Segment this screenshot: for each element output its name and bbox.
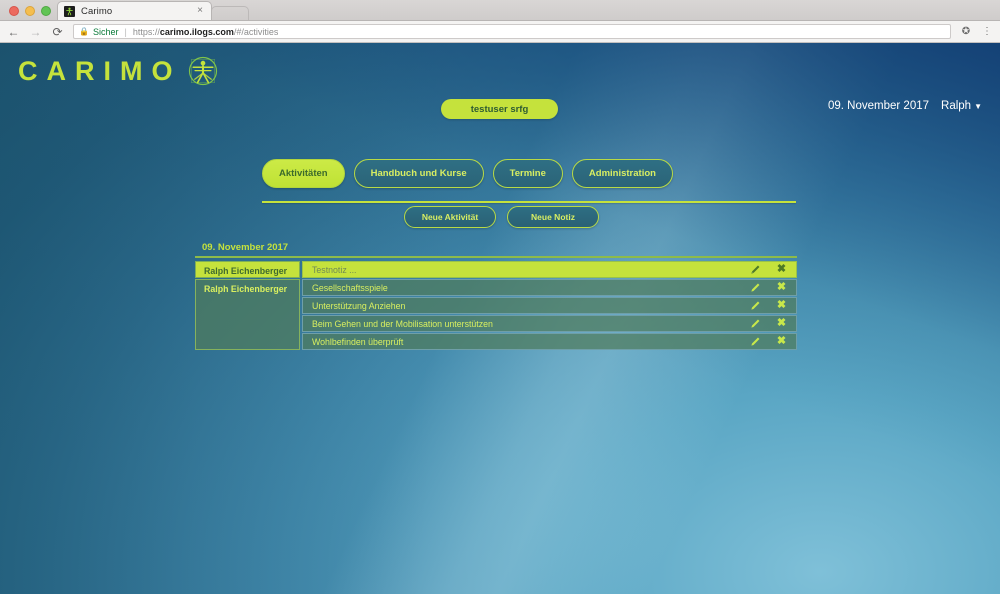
delete-glyph: ✖ <box>776 299 787 311</box>
row-actions: ✖ <box>749 263 796 276</box>
pencil-icon[interactable] <box>749 263 762 276</box>
close-icon[interactable]: ✖ <box>775 335 788 348</box>
main-navigation: Aktivitäten Handbuch und Kurse Termine A… <box>262 159 796 203</box>
row-actions: ✖ <box>749 335 796 348</box>
delete-glyph: ✖ <box>776 263 787 275</box>
pencil-icon[interactable] <box>749 281 762 294</box>
pencil-icon[interactable] <box>749 299 762 312</box>
security-label: Sicher <box>92 26 119 37</box>
lock-icon: 🔒 <box>79 26 89 36</box>
delete-glyph: ✖ <box>776 317 787 329</box>
close-icon[interactable]: ✖ <box>775 317 788 330</box>
url-path: /#/activities <box>233 26 279 37</box>
tab-handbuch-und-kurse[interactable]: Handbuch und Kurse <box>353 159 484 188</box>
browser-window: Carimo × ← → ⟳ 🔒 Sicher | https://carimo… <box>0 0 1000 594</box>
activity-day-header: 09. November 2017 <box>195 241 797 258</box>
row-actions: ✖ <box>749 281 796 294</box>
back-button[interactable]: ← <box>7 26 20 38</box>
row-actions: ✖ <box>749 317 796 330</box>
close-icon[interactable]: ✖ <box>775 299 788 312</box>
activity-text: Wohlbefinden überprüft <box>312 336 404 347</box>
table-row[interactable]: Gesellschaftsspiele ✖ <box>302 279 797 296</box>
nav-tab-list: Aktivitäten Handbuch und Kurse Termine A… <box>262 159 796 188</box>
url-scheme: https:// <box>132 26 160 37</box>
tab-administration[interactable]: Administration <box>571 159 673 188</box>
vitruvian-man-icon <box>188 56 217 86</box>
app-page: CARIMO testuser srfg 09. November 2017 R… <box>0 43 1000 594</box>
patient-name-cell[interactable]: Ralph Eichenberger <box>195 279 300 350</box>
close-icon[interactable]: ✖ <box>775 281 788 294</box>
app-logo-text: CARIMO <box>18 55 182 86</box>
tab-aktivitaeten[interactable]: Aktivitäten <box>262 159 345 188</box>
close-icon[interactable]: ✖ <box>775 263 788 276</box>
close-window-button[interactable] <box>9 6 19 16</box>
app-header: CARIMO <box>0 43 1000 99</box>
action-button-group: Neue Aktivität Neue Notiz <box>404 206 599 228</box>
nav-underline <box>262 201 796 203</box>
browser-toolbar: ← → ⟳ 🔒 Sicher | https://carimo.ilogs.co… <box>0 21 1000 43</box>
activity-text: Testnotiz ... <box>312 264 357 275</box>
table-row[interactable]: Beim Gehen und der Mobilisation unterstü… <box>302 315 797 332</box>
chevron-down-icon: ▼ <box>974 102 982 111</box>
browser-menu-icon[interactable]: ⋮ <box>981 26 993 37</box>
close-tab-button[interactable]: × <box>195 6 205 16</box>
new-note-button[interactable]: Neue Notiz <box>507 206 599 228</box>
patient-name-cell[interactable]: Ralph Eichenberger <box>195 261 300 278</box>
forward-button[interactable]: → <box>29 26 42 38</box>
activity-list: 09. November 2017 Ralph Eichenberger Ral… <box>195 241 797 350</box>
activity-text: Beim Gehen und der Mobilisation unterstü… <box>312 318 493 329</box>
delete-glyph: ✖ <box>776 281 787 293</box>
table-row[interactable]: Testnotiz ... ✖ <box>302 261 797 278</box>
browser-tab[interactable]: Carimo × <box>57 1 212 20</box>
pencil-icon[interactable] <box>749 335 762 348</box>
activity-table: Ralph Eichenberger Ralph Eichenberger Te… <box>195 261 797 350</box>
activity-text: Gesellschaftsspiele <box>312 282 388 293</box>
header-date: 09. November 2017 <box>828 100 930 112</box>
tab-termine[interactable]: Termine <box>492 159 563 188</box>
carimo-favicon-icon <box>64 5 75 17</box>
browser-tab-title: Carimo <box>81 5 113 17</box>
address-bar[interactable]: 🔒 Sicher | https://carimo.ilogs.com/#/ac… <box>73 24 951 39</box>
delete-glyph: ✖ <box>776 335 787 347</box>
address-bar-url: https://carimo.ilogs.com/#/activities <box>133 27 279 37</box>
browser-tabstrip: Carimo × <box>0 0 1000 21</box>
user-menu[interactable]: Ralph ▼ <box>941 100 982 112</box>
new-tab-button[interactable] <box>211 6 249 20</box>
activity-name-column: Ralph Eichenberger Ralph Eichenberger <box>195 261 300 350</box>
activity-rows-column: Testnotiz ... ✖ Gesellschaftsspiele ✖ Un… <box>302 261 797 350</box>
pencil-icon[interactable] <box>749 317 762 330</box>
app-logo[interactable]: CARIMO <box>18 56 218 86</box>
table-row[interactable]: Wohlbefinden überprüft ✖ <box>302 333 797 350</box>
omnibox-divider: | <box>124 26 127 37</box>
zoom-window-button[interactable] <box>41 6 51 16</box>
url-host: carimo.ilogs.com <box>159 26 234 37</box>
header-right-group: 09. November 2017 Ralph ▼ <box>828 100 982 112</box>
new-activity-button[interactable]: Neue Aktivität <box>404 206 496 228</box>
bookmark-star-icon[interactable]: ✪ <box>960 26 972 37</box>
user-menu-label: Ralph <box>941 100 972 112</box>
row-actions: ✖ <box>749 299 796 312</box>
reload-button[interactable]: ⟳ <box>51 26 64 38</box>
current-user-badge[interactable]: testuser srfg <box>441 99 558 119</box>
window-controls <box>0 6 59 20</box>
activity-text: Unterstützung Anziehen <box>312 300 406 311</box>
minimize-window-button[interactable] <box>25 6 35 16</box>
table-row[interactable]: Unterstützung Anziehen ✖ <box>302 297 797 314</box>
